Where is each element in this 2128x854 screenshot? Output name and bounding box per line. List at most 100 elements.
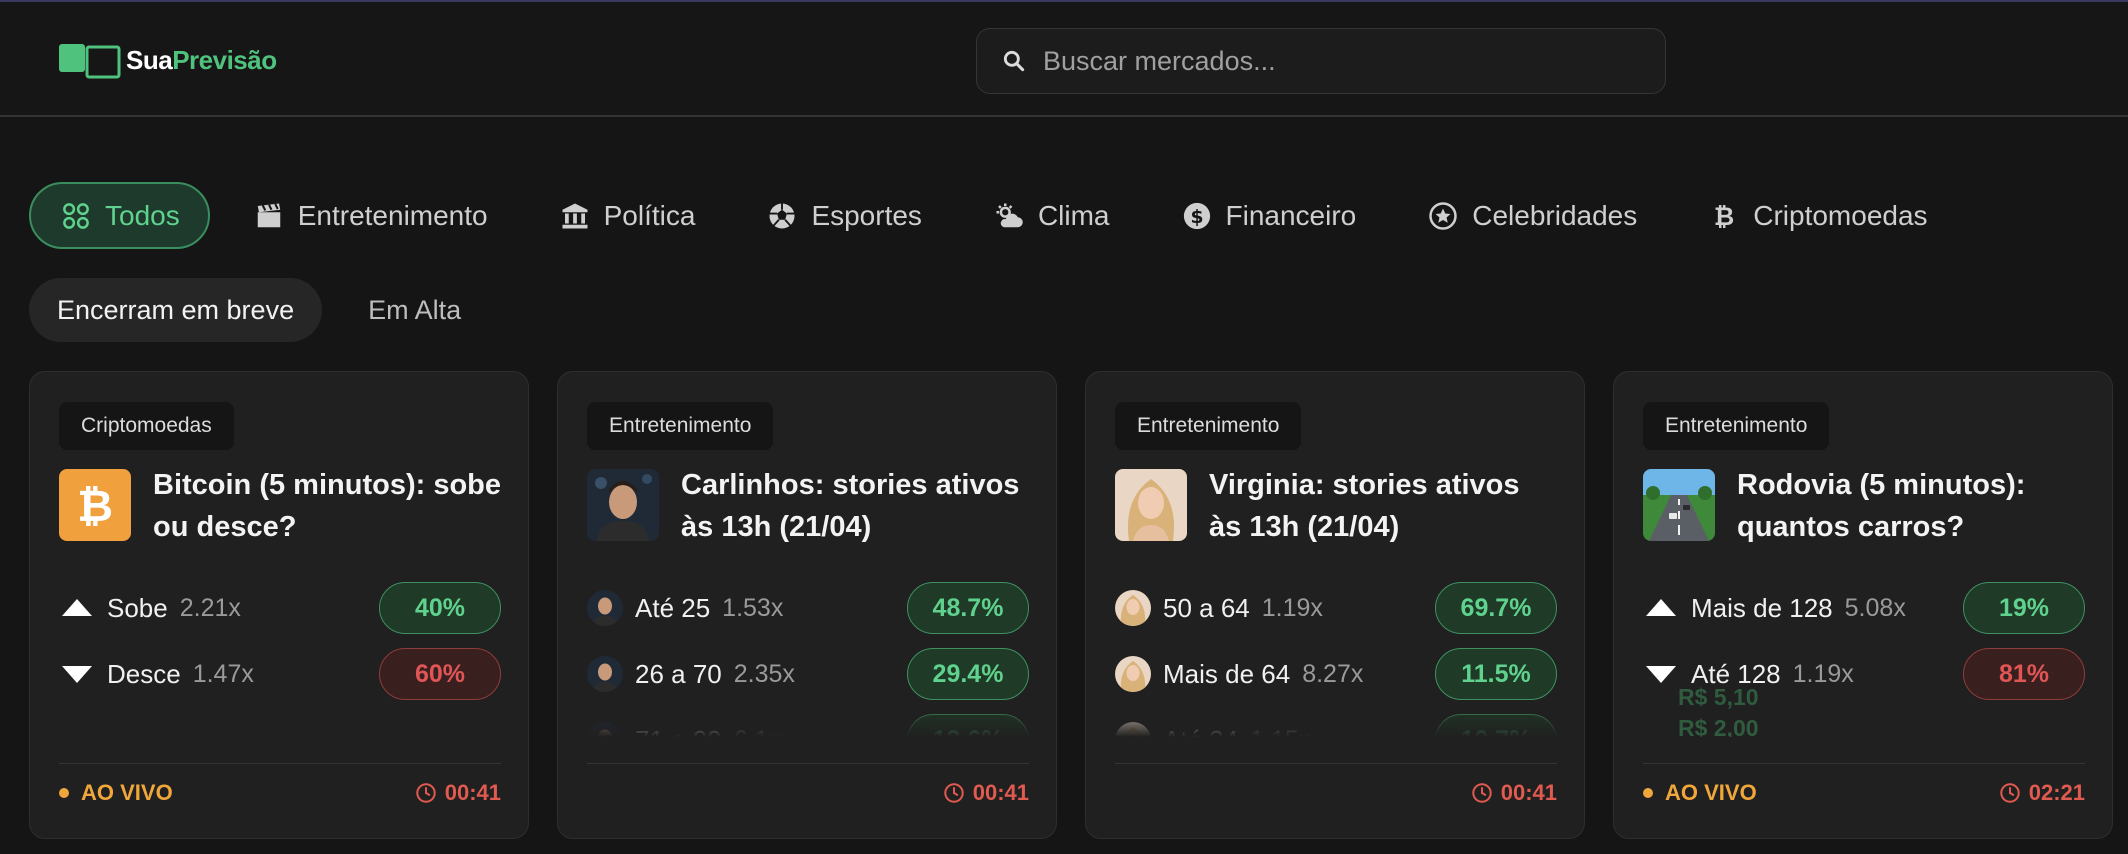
- category-badge: Entretenimento: [587, 402, 774, 450]
- category-badge: Entretenimento: [1643, 402, 1830, 450]
- market-card[interactable]: Entretenimento Virginia: stories ativos …: [1085, 371, 1585, 839]
- option-percent-button[interactable]: 69.7%: [1435, 582, 1557, 634]
- option-multiplier: 2.35x: [733, 659, 795, 688]
- category-clima[interactable]: Clima: [966, 182, 1138, 249]
- search-box[interactable]: [976, 28, 1666, 94]
- option-label: Mais de 128: [1691, 592, 1833, 623]
- logo-icon: [59, 44, 121, 79]
- category-esportes[interactable]: Esportes: [739, 182, 950, 249]
- option-multiplier: 1.19x: [1261, 593, 1323, 622]
- category-label: Criptomoedas: [1753, 199, 1928, 231]
- category-financeiro[interactable]: $ Financeiro: [1154, 182, 1385, 249]
- option-row[interactable]: 26 a 70 2.35x 29.4%: [587, 648, 1029, 700]
- category-todos[interactable]: Todos: [29, 182, 210, 249]
- options-list: 50 a 64 1.19x 69.7% Mais de 64 8.27x 11.…: [1115, 582, 1557, 737]
- market-thumbnail: [587, 469, 659, 541]
- option-percent-button[interactable]: 13.6%: [907, 714, 1029, 737]
- avatar: [1115, 590, 1151, 626]
- option-label: 71 a 99: [635, 725, 722, 738]
- search-input[interactable]: [1043, 45, 1623, 77]
- market-card[interactable]: Entretenimento Rodovia (5 minutos): quan…: [1613, 371, 2113, 839]
- category-label: Todos: [105, 199, 180, 231]
- brand-name-part1: Sua: [126, 44, 173, 75]
- option-label: 50 a 64: [1163, 592, 1250, 623]
- option-row[interactable]: Até 34 1.15x 10.7%: [1115, 714, 1557, 737]
- option-row[interactable]: Mais de 64 8.27x 11.5%: [1115, 648, 1557, 700]
- option-percent-button[interactable]: 19%: [1963, 582, 2085, 634]
- card-footer: 00:41: [587, 763, 1029, 827]
- option-percent-button[interactable]: 29.4%: [907, 648, 1029, 700]
- option-percent-button[interactable]: 48.7%: [907, 582, 1029, 634]
- svg-text:$: $: [1190, 206, 1203, 227]
- category-label: Financeiro: [1225, 199, 1357, 231]
- person-photo-icon: [1115, 469, 1187, 541]
- tab-em-alta[interactable]: Em Alta: [340, 278, 489, 342]
- category-label: Clima: [1037, 199, 1110, 231]
- category-label: Política: [603, 199, 696, 231]
- market-title: Virginia: stories ativos às 13h (21/04): [1209, 469, 1520, 543]
- option-row[interactable]: 71 a 99 6.1x 13.6%: [587, 714, 1029, 737]
- option-percent-button[interactable]: 11.5%: [1435, 648, 1557, 700]
- brand-name-part2: Previsão: [172, 44, 277, 75]
- triangle-up-icon: [1643, 590, 1679, 626]
- market-thumbnail: [1643, 469, 1715, 541]
- clapperboard-icon: [257, 203, 280, 227]
- options-list: Até 25 1.53x 48.7% 26 a 70 2.35x 29.4% 7…: [587, 582, 1029, 737]
- option-label: Até 34: [1163, 725, 1238, 738]
- option-row[interactable]: Desce 1.47x 60%: [59, 648, 501, 700]
- category-politica[interactable]: Política: [532, 182, 724, 249]
- sort-tabs: Encerram em breve Em Alta: [29, 278, 507, 342]
- clock-icon: [2000, 783, 2020, 803]
- option-row[interactable]: Mais de 128 5.08x 19%: [1643, 582, 2085, 634]
- option-multiplier: 2.21x: [179, 593, 241, 622]
- option-row[interactable]: 50 a 64 1.19x 69.7%: [1115, 582, 1557, 634]
- option-multiplier: 8.27x: [1302, 659, 1364, 688]
- card-footer: AO VIVO 00:41: [59, 763, 501, 827]
- option-multiplier: 5.08x: [1844, 593, 1906, 622]
- option-multiplier: 6.1x: [734, 726, 781, 738]
- triangle-down-icon: [59, 656, 95, 692]
- countdown: 00:41: [943, 780, 1029, 806]
- tab-encerram-em-breve[interactable]: Encerram em breve: [29, 278, 323, 342]
- avatar: [1115, 656, 1151, 692]
- category-entretenimento[interactable]: Entretenimento: [226, 182, 516, 249]
- avatar: [587, 590, 623, 626]
- option-row[interactable]: Até 25 1.53x 48.7%: [587, 582, 1029, 634]
- option-label: Sobe: [107, 592, 168, 623]
- market-title: Rodovia (5 minutos): quantos carros?: [1737, 469, 2026, 543]
- countdown: 00:41: [1471, 780, 1557, 806]
- market-card[interactable]: Entretenimento Carlinhos: stories ativos…: [557, 371, 1057, 839]
- option-row[interactable]: Sobe 2.21x 40%: [59, 582, 501, 634]
- bitcoin-icon: ₿: [1714, 201, 1734, 230]
- search-icon: [1003, 50, 1025, 72]
- option-multiplier: 1.15x: [1250, 726, 1311, 738]
- category-criptomoedas[interactable]: ₿ Criptomoedas: [1681, 182, 1955, 249]
- logo[interactable]: SuaPrevisão: [58, 40, 277, 80]
- category-celebridades[interactable]: Celebridades: [1400, 182, 1665, 249]
- live-indicator: AO VIVO: [1643, 780, 1757, 806]
- bitcoin-icon: ₿: [59, 469, 131, 541]
- avatar: [587, 722, 623, 737]
- option-percent-button[interactable]: 60%: [379, 648, 501, 700]
- option-row[interactable]: Até 128 1.19x 81%: [1643, 648, 2085, 700]
- triangle-up-icon: [59, 590, 95, 626]
- countdown-time: 00:41: [444, 780, 501, 805]
- avatar: [1115, 722, 1151, 737]
- soccer-ball-icon: [769, 203, 795, 228]
- brand-name: SuaPrevisão: [126, 45, 277, 76]
- countdown-time: 00:41: [972, 780, 1029, 805]
- person-photo-icon: [587, 469, 659, 541]
- clock-icon: [944, 783, 964, 803]
- option-percent-button[interactable]: 40%: [379, 582, 501, 634]
- avatar: [587, 656, 623, 692]
- countdown-time: 00:41: [1500, 780, 1557, 805]
- market-thumbnail: [1115, 469, 1187, 541]
- card-footer: 00:41: [1115, 763, 1557, 827]
- card-footer: AO VIVO 02:21: [1643, 763, 2085, 827]
- option-percent-button[interactable]: 81%: [1963, 648, 2085, 700]
- option-label: Até 128: [1691, 658, 1781, 689]
- market-card[interactable]: Criptomoedas ₿ Bitcoin (5 minutos): sobe…: [29, 371, 529, 839]
- option-percent-button[interactable]: 10.7%: [1435, 714, 1557, 737]
- clock-icon: [416, 783, 436, 803]
- option-label: Mais de 64: [1163, 658, 1291, 689]
